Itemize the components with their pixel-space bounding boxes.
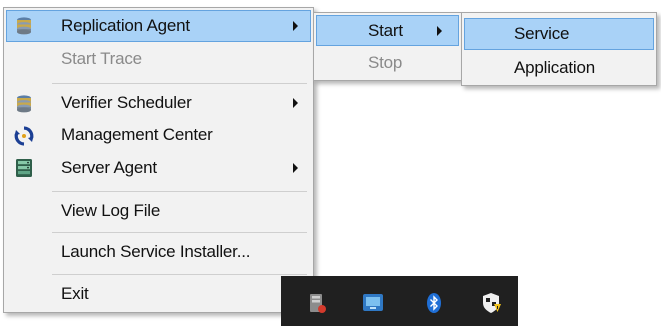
menu-item-label: Exit — [61, 284, 89, 303]
menu-item-label: Service — [514, 24, 570, 43]
menu-item-label: View Log File — [61, 201, 161, 220]
menu-item-stop: Stop — [316, 48, 459, 78]
chevron-right-icon — [293, 21, 298, 31]
menu-item-start[interactable]: Start — [316, 15, 459, 46]
server-icon — [14, 158, 34, 178]
menu-separator — [52, 274, 307, 275]
chevron-right-icon — [293, 98, 298, 108]
menu-item-service[interactable]: Service — [464, 18, 654, 50]
start-submenu: Start Stop — [313, 12, 462, 81]
menu-item-label: Start — [368, 20, 403, 40]
context-menu: Replication Agent Start Trace Verifier S… — [3, 7, 314, 313]
menu-item-server-agent[interactable]: Server Agent — [6, 152, 311, 184]
chevron-right-icon — [293, 163, 298, 173]
menu-item-label: Stop — [368, 53, 403, 72]
menu-item-label: Server Agent — [61, 158, 157, 177]
database-icon — [14, 94, 34, 114]
menu-item-label: Start Trace — [61, 49, 142, 68]
server-tray-icon[interactable] — [306, 292, 328, 314]
menu-item-management-center[interactable]: Management Center — [6, 119, 311, 151]
taskbar-tray — [281, 276, 518, 326]
menu-item-verifier-scheduler[interactable]: Verifier Scheduler — [6, 87, 311, 119]
menu-item-replication-agent[interactable]: Replication Agent — [6, 10, 311, 42]
menu-item-launch-service-installer[interactable]: Launch Service Installer... — [6, 236, 311, 268]
menu-item-label: Replication Agent — [61, 16, 190, 35]
menu-separator — [52, 232, 307, 233]
menu-separator — [52, 83, 307, 84]
menu-item-label: Application — [514, 57, 595, 77]
menu-item-exit[interactable]: Exit — [6, 278, 311, 310]
sync-icon — [14, 126, 34, 146]
security-shield-icon[interactable] — [480, 292, 502, 314]
chevron-right-icon — [437, 25, 442, 36]
bluetooth-icon[interactable] — [423, 292, 445, 314]
menu-item-label: Launch Service Installer... — [61, 242, 251, 261]
service-submenu: Service Application — [461, 12, 657, 86]
menu-item-label: Verifier Scheduler — [61, 93, 192, 112]
network-tray-icon[interactable] — [362, 292, 384, 314]
menu-item-view-log-file[interactable]: View Log File — [6, 195, 311, 227]
menu-separator — [52, 191, 307, 192]
menu-item-application[interactable]: Application — [464, 52, 654, 83]
menu-item-label: Management Center — [61, 125, 213, 144]
database-icon — [14, 16, 34, 36]
menu-item-start-trace: Start Trace — [6, 44, 311, 74]
